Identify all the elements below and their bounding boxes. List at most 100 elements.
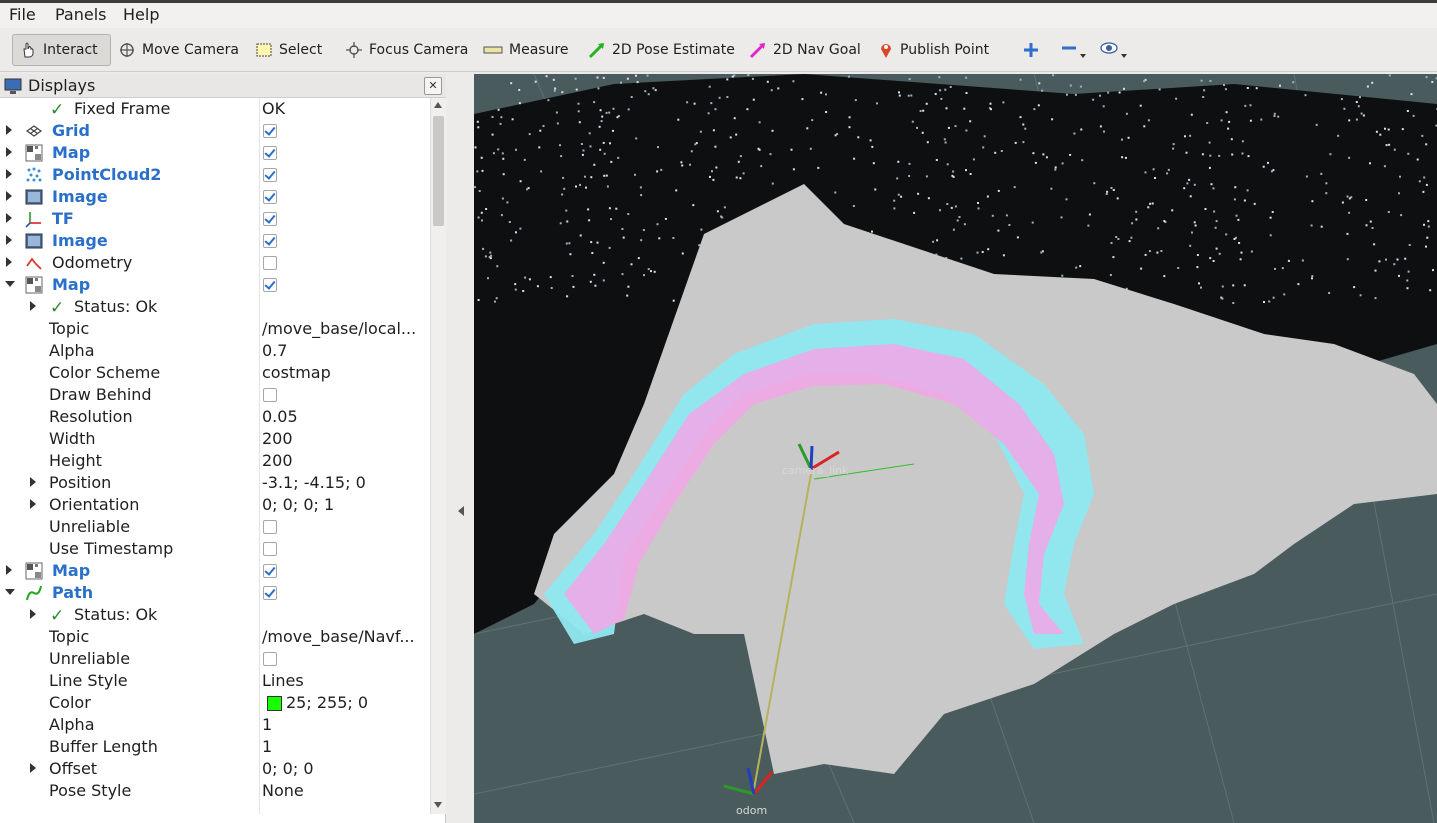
tree-row-unreliable[interactable]: Unreliable [0,516,430,538]
tree-row-image-2[interactable]: Image [0,230,430,252]
menu-file[interactable]: File [9,5,36,24]
tree-row-buffer-length[interactable]: Buffer Length 1 [0,736,430,758]
tree-row-line-style[interactable]: Line Style Lines [0,670,430,692]
enable-checkbox[interactable] [263,234,277,248]
scroll-up-icon[interactable] [434,102,442,108]
unreliable-checkbox[interactable] [263,520,277,534]
tree-row-orientation[interactable]: Orientation 0; 0; 0; 1 [0,494,430,516]
draw-behind-checkbox[interactable] [263,388,277,402]
expand-arrow-icon[interactable] [6,213,12,223]
tree-row-color-scheme[interactable]: Color Scheme costmap [0,362,430,384]
tree-row-map-costmap[interactable]: Map [0,274,430,296]
tree-row-draw-behind[interactable]: Draw Behind [0,384,430,406]
tree-row-resolution[interactable]: Resolution 0.05 [0,406,430,428]
row-value[interactable]: 0.05 [262,407,427,426]
color-swatch[interactable] [267,696,282,711]
expand-arrow-icon[interactable] [6,257,12,267]
expand-arrow-icon[interactable] [6,125,12,135]
row-value[interactable]: 1 [262,737,427,756]
vertical-scrollbar[interactable] [430,98,446,814]
nav-goal-button[interactable]: 2D Nav Goal [743,34,867,66]
row-value[interactable]: 0.7 [262,341,427,360]
row-value[interactable]: 25; 255; 0 [286,693,430,712]
enable-checkbox[interactable] [263,168,277,182]
interact-button[interactable]: Interact [12,34,111,66]
use-timestamp-checkbox[interactable] [263,542,277,556]
enable-checkbox[interactable] [263,190,277,204]
tree-row-alpha[interactable]: Alpha 0.7 [0,340,430,362]
row-value[interactable]: /move_base/Navf... [262,627,427,646]
tree-row-height[interactable]: Height 200 [0,450,430,472]
scrollbar-thumb[interactable] [433,116,444,226]
menu-help[interactable]: Help [123,5,159,24]
enable-checkbox[interactable] [263,564,277,578]
move-camera-button[interactable]: Move Camera [112,34,245,66]
enable-checkbox[interactable] [263,146,277,160]
view-tool-button[interactable] [1093,34,1133,66]
tree-row-offset[interactable]: Offset 0; 0; 0 [0,758,430,780]
row-value[interactable]: 1 [262,715,427,734]
pose-estimate-button[interactable]: 2D Pose Estimate [582,34,741,66]
tree-row-odometry[interactable]: Odometry [0,252,430,274]
tree-row-width[interactable]: Width 200 [0,428,430,450]
enable-checkbox[interactable] [263,212,277,226]
expand-arrow-icon[interactable] [30,301,36,311]
expand-arrow-icon[interactable] [6,235,12,245]
panel-splitter[interactable] [446,74,474,823]
enable-checkbox[interactable] [263,256,277,270]
tree-row-color[interactable]: Color 25; 255; 0 [0,692,430,714]
tree-row-position[interactable]: Position -3.1; -4.15; 0 [0,472,430,494]
remove-tool-button[interactable] [1054,34,1092,66]
tree-row-grid[interactable]: Grid [0,120,430,142]
measure-button[interactable]: Measure [477,34,575,66]
unreliable-checkbox[interactable] [263,652,277,666]
row-value[interactable]: None [262,781,427,800]
expand-arrow-icon[interactable] [6,191,12,201]
pointcloud-point [588,132,591,135]
3d-viewport[interactable]: camera_link odom [474,74,1437,823]
tree-row-pointcloud2[interactable]: PointCloud2 [0,164,430,186]
tree-row-use-timestamp[interactable]: Use Timestamp [0,538,430,560]
select-button[interactable]: Select [249,34,328,66]
collapse-arrow-icon[interactable] [5,589,15,595]
row-value[interactable]: 200 [262,429,427,448]
tree-row-path[interactable]: Path [0,582,430,604]
tree-row-path-alpha[interactable]: Alpha 1 [0,714,430,736]
tree-row-status[interactable]: ✓ Status: Ok [0,296,430,318]
publish-point-button[interactable]: Publish Point [872,34,995,66]
tree-row-map-3[interactable]: Map [0,560,430,582]
tree-row-tf[interactable]: TF [0,208,430,230]
expand-arrow-icon[interactable] [6,147,12,157]
tree-row-path-status[interactable]: ✓ Status: Ok [0,604,430,626]
enable-checkbox[interactable] [263,124,277,138]
row-value[interactable]: /move_base/local... [262,319,427,338]
expand-arrow-icon[interactable] [30,499,36,509]
row-value[interactable]: costmap [262,363,427,382]
row-value[interactable]: 0; 0; 0 [262,759,427,778]
expand-arrow-icon[interactable] [6,169,12,179]
tree-row-map[interactable]: Map [0,142,430,164]
enable-checkbox[interactable] [263,278,277,292]
tree-row-pose-style[interactable]: Pose Style None [0,780,430,802]
collapse-arrow-icon[interactable] [5,281,15,287]
tree-row-fixed-frame[interactable]: ✓ Fixed Frame OK [0,98,430,120]
row-value[interactable]: 200 [262,451,427,470]
expand-arrow-icon[interactable] [6,565,12,575]
collapse-panel-icon[interactable] [458,506,464,516]
row-value[interactable]: 0; 0; 0; 1 [262,495,427,514]
expand-arrow-icon[interactable] [30,609,36,619]
scroll-down-icon[interactable] [434,802,442,808]
expand-arrow-icon[interactable] [30,477,36,487]
tree-row-topic[interactable]: Topic /move_base/local... [0,318,430,340]
close-icon[interactable]: ✕ [424,77,442,95]
tree-row-image[interactable]: Image [0,186,430,208]
tree-row-path-topic[interactable]: Topic /move_base/Navf... [0,626,430,648]
focus-camera-button[interactable]: Focus Camera [339,34,474,66]
menu-panels[interactable]: Panels [55,5,107,24]
row-value[interactable]: -3.1; -4.15; 0 [262,473,427,492]
row-value[interactable]: Lines [262,671,427,690]
tree-row-path-unreliable[interactable]: Unreliable [0,648,430,670]
add-tool-button[interactable] [1016,34,1046,66]
enable-checkbox[interactable] [263,586,277,600]
expand-arrow-icon[interactable] [30,763,36,773]
